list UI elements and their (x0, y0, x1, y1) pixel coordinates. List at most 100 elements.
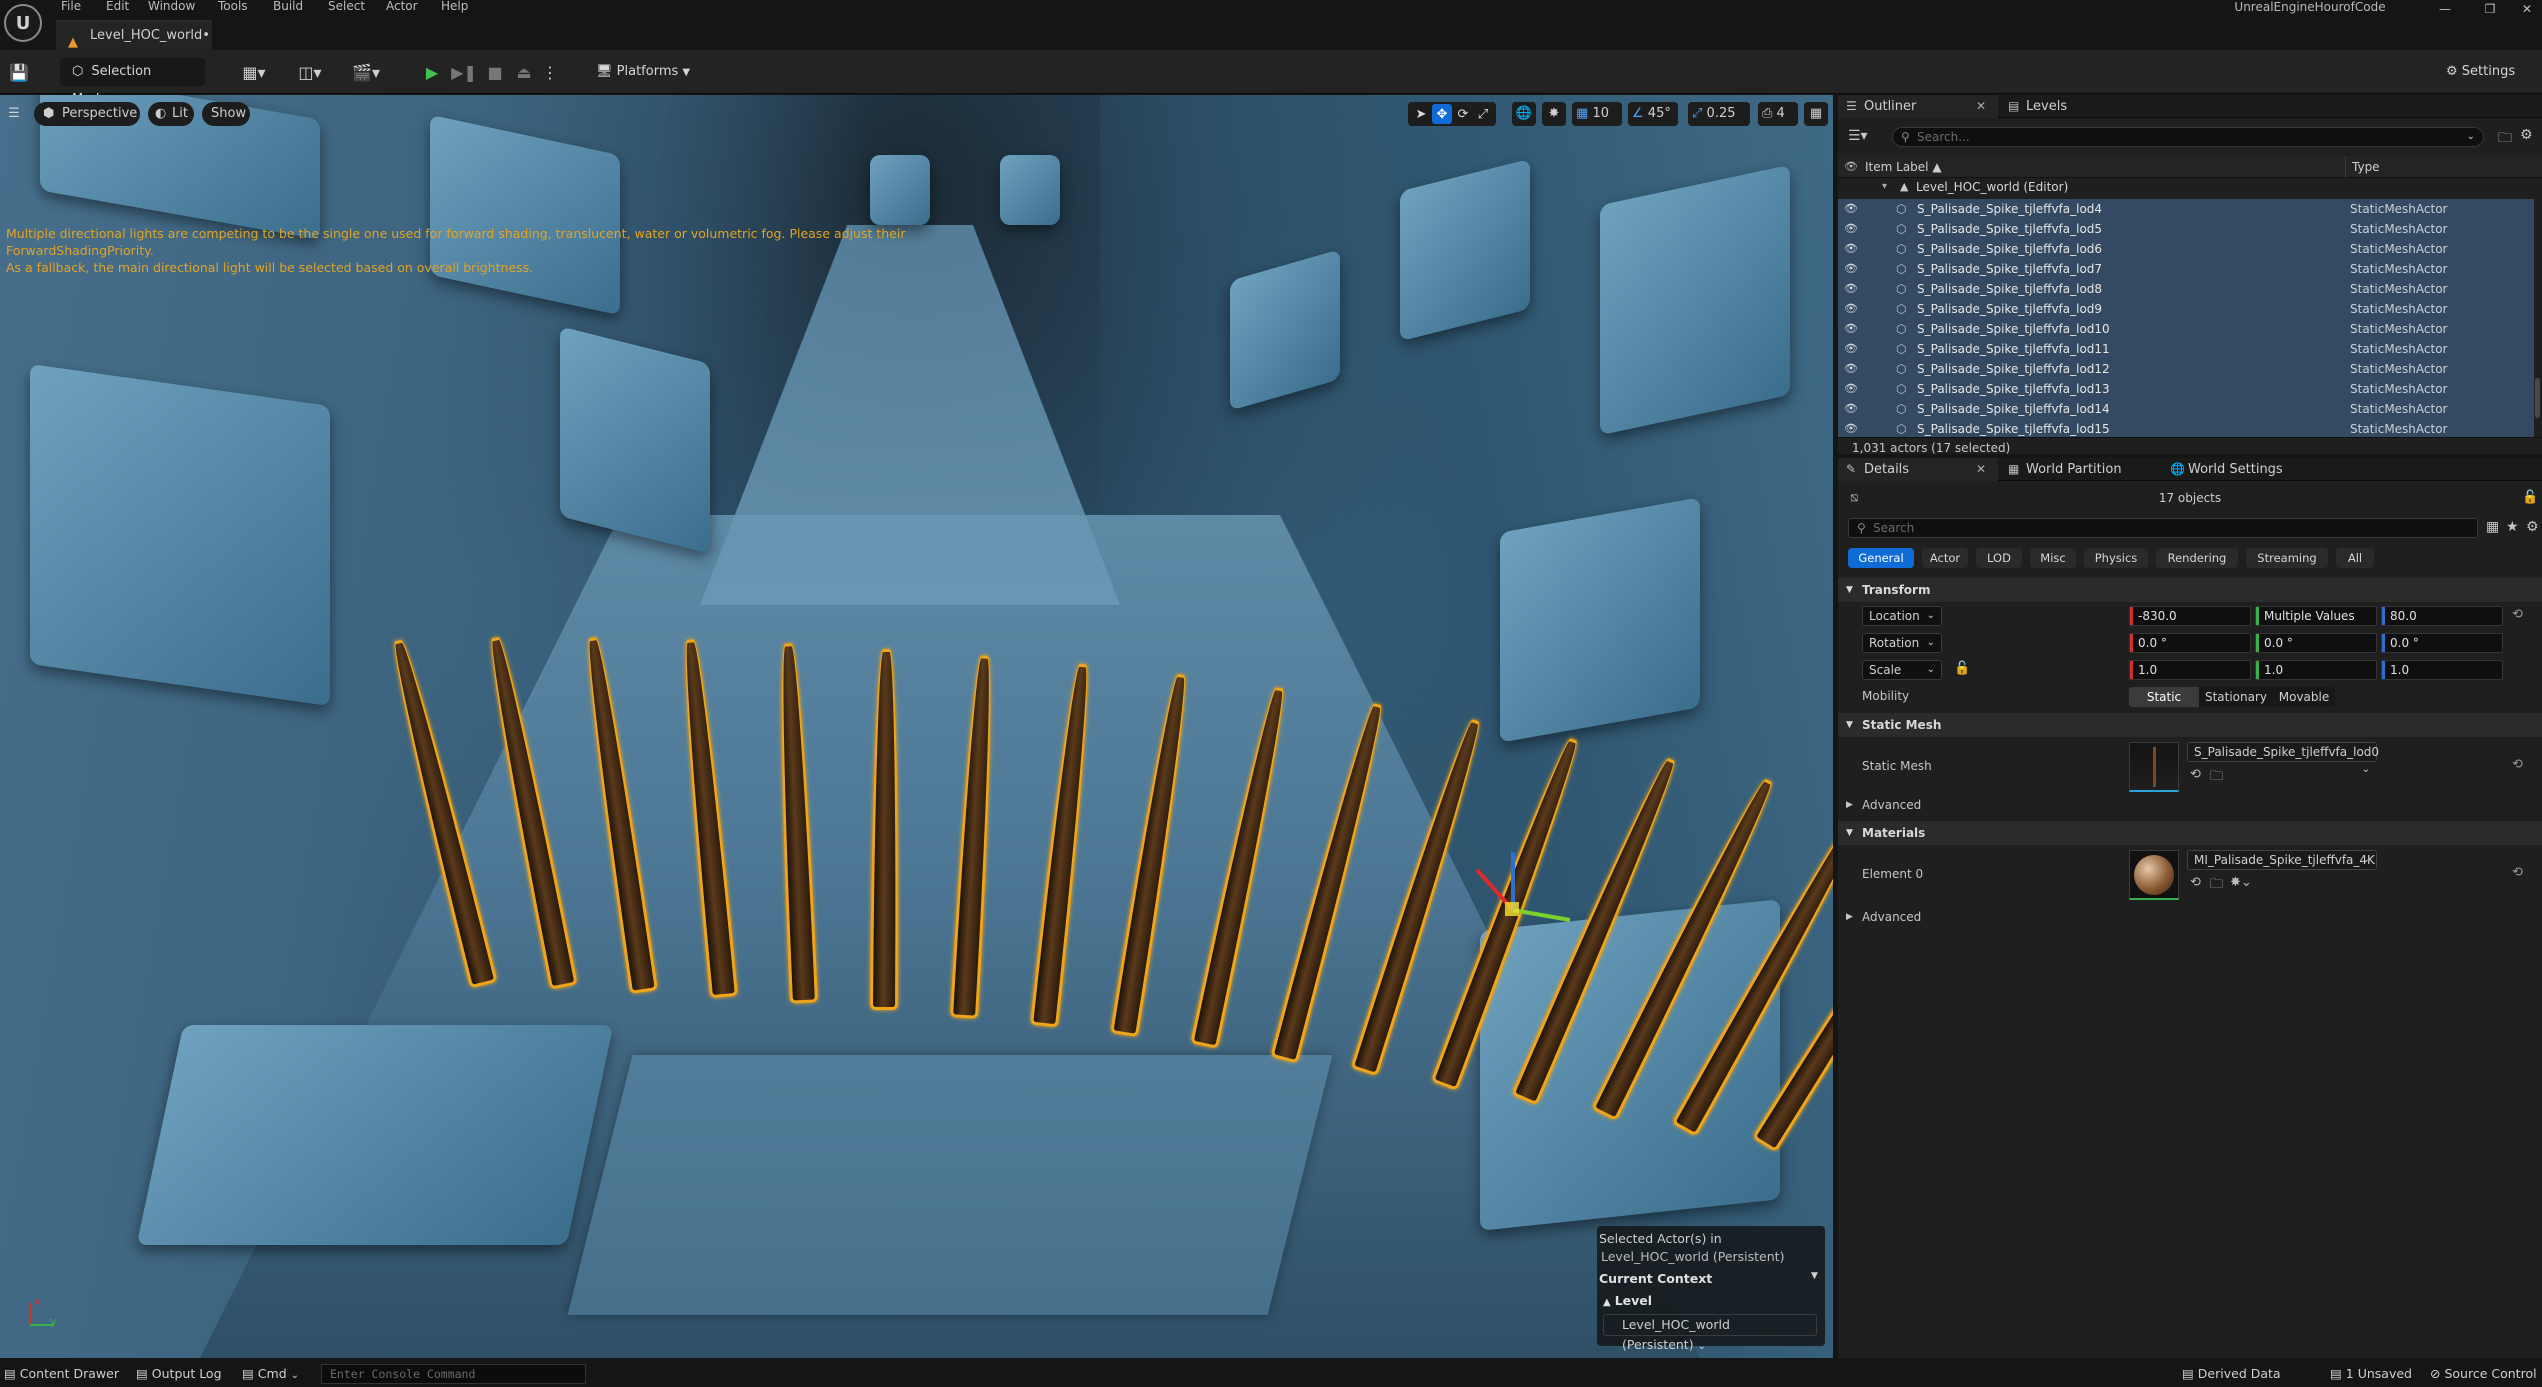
lit-button[interactable]: ◐ Lit (148, 102, 194, 126)
derived-data-button[interactable]: ▤ Derived Data (2182, 1361, 2282, 1387)
palisade-spikes[interactable] (0, 95, 1833, 1358)
close-icon[interactable]: ✕ (2512, 0, 2542, 18)
output-log-button[interactable]: ▤ Output Log (136, 1361, 226, 1387)
stop-icon[interactable]: ■ (483, 58, 507, 86)
use-selected-icon[interactable]: 🗀 (2210, 767, 2223, 789)
material-picker[interactable]: MI_Palisade_Spike_tjleffvfa_4K ⌄ (2187, 850, 2377, 870)
world-settings-tab[interactable]: 🌐 World Settings (2162, 458, 2312, 481)
outliner-row[interactable]: 👁 ⬡ S_Palisade_Spike_tjleffvfa_lod10 Static… (1838, 319, 2534, 339)
level-viewport[interactable]: ☰ ⬢ Perspective ◐ Lit Show ➤ ✥ ⟳ ⤢ 🌐 ✸ ▦ 1… (0, 95, 1833, 1358)
mobility-static[interactable]: Static (2129, 687, 2199, 707)
outliner-row[interactable]: 👁 ⬡ S_Palisade_Spike_tjleffvfa_lod13 Static… (1838, 379, 2534, 399)
play-options-icon[interactable]: ⋮ (540, 58, 560, 86)
location-y-input[interactable]: Multiple Values (2255, 606, 2377, 626)
materials-advanced[interactable]: ▶ Advanced (1838, 907, 2542, 927)
outliner-scrollbar[interactable] (2535, 378, 2540, 418)
menu-tools[interactable]: Tools (218, 0, 248, 14)
location-dropdown[interactable]: Location ⌄ (1862, 606, 1942, 626)
transform-section-header[interactable]: ▼ Transform (1838, 578, 2542, 602)
browse-asset-icon[interactable]: ⟲ (2190, 767, 2201, 782)
visibility-column-icon[interactable]: 👁 (1844, 156, 1858, 178)
perspective-button[interactable]: ⬢ Perspective (34, 102, 140, 126)
mobility-stationary[interactable]: Stationary (2199, 687, 2273, 707)
category-all[interactable]: All (2336, 548, 2374, 568)
visibility-eye-icon[interactable]: 👁 (1844, 239, 1858, 259)
materials-section-header[interactable]: ▼ Materials (1838, 821, 2542, 845)
lock-icon[interactable]: 🔓 (2522, 490, 2538, 505)
scale-z-input[interactable]: 1.0 (2381, 660, 2503, 680)
menu-file[interactable]: File (61, 0, 81, 14)
level-context-dropdown[interactable]: Level_HOC_world (Persistent) ⌄ (1603, 1314, 1817, 1352)
visibility-eye-icon[interactable]: 👁 (1844, 199, 1858, 219)
select-tool-icon[interactable]: ➤ (1412, 102, 1430, 126)
outliner-row[interactable]: 👁 ⬡ S_Palisade_Spike_tjleffvfa_lod12 Static… (1838, 359, 2534, 379)
levels-tab[interactable]: ▤ Levels (2000, 95, 2100, 118)
rotation-y-input[interactable]: 0.0 ° (2255, 633, 2377, 653)
static-mesh-thumbnail[interactable] (2129, 742, 2179, 792)
static-mesh-picker[interactable]: S_Palisade_Spike_tjleffvfa_lod0 ⌄ (2187, 742, 2379, 775)
rotation-snap-button[interactable]: ∠ 45° (1628, 102, 1678, 126)
add-folder-icon[interactable]: 🗀 (2498, 127, 2512, 151)
outliner-row[interactable]: 👁 ⬡ S_Palisade_Spike_tjleffvfa_lod11 Static… (1838, 339, 2534, 359)
cmd-dropdown[interactable]: ▤ Cmd ⌄ (242, 1361, 312, 1387)
menu-build[interactable]: Build (273, 0, 303, 14)
world-partition-tab[interactable]: ▦ World Partition (2000, 458, 2150, 481)
details-search-input[interactable]: ⚲ Search (1848, 518, 2478, 538)
palisade-spike[interactable] (481, 635, 578, 991)
unsaved-button[interactable]: ▤ 1 Unsaved (2330, 1361, 2420, 1387)
rotation-z-input[interactable]: 0.0 ° (2381, 633, 2503, 653)
favorite-star-icon[interactable]: ★ (2506, 519, 2519, 535)
menu-select[interactable]: Select (328, 0, 365, 14)
palisade-spike[interactable] (676, 638, 738, 999)
add-actor-icon[interactable]: ▦▾ (234, 58, 274, 86)
outliner-row[interactable]: 👁 ⬡ S_Palisade_Spike_tjleffvfa_lod5 StaticM… (1838, 219, 2534, 239)
outliner-tab[interactable]: ☰ Outliner ✕ (1838, 95, 1998, 118)
grid-snap-button[interactable]: ▦ 10 (1572, 102, 1622, 126)
outliner-row[interactable]: 👁 ⬡ S_Palisade_Spike_tjleffvfa_lod14 Static… (1838, 399, 2534, 419)
visibility-eye-icon[interactable]: 👁 (1844, 379, 1858, 399)
palisade-spike[interactable] (384, 637, 498, 989)
reset-location-icon[interactable]: ⟲ (2512, 607, 2523, 622)
table-view-icon[interactable]: ▦ (2486, 519, 2499, 535)
layout-icon[interactable]: ▦ (1804, 102, 1828, 126)
source-control-button[interactable]: ⊘ Source Control (2430, 1361, 2540, 1387)
scale-snap-button[interactable]: ⤢ 0.25 (1688, 102, 1750, 126)
category-misc[interactable]: Misc (2030, 548, 2076, 568)
visibility-eye-icon[interactable]: 👁 (1844, 259, 1858, 279)
mobility-movable[interactable]: Movable (2273, 687, 2335, 707)
scale-lock-icon[interactable]: 🔓 (1954, 661, 1970, 676)
cinematics-icon[interactable]: 🎬▾ (346, 58, 386, 86)
visibility-eye-icon[interactable]: 👁 (1844, 279, 1858, 299)
visibility-eye-icon[interactable]: 👁 (1844, 419, 1858, 437)
chevron-down-icon[interactable]: ▼ (1811, 1271, 1818, 1281)
palisade-spike[interactable] (870, 648, 901, 1010)
selection-mode-dropdown[interactable]: ⬡Selection Mode▼ (60, 58, 205, 107)
palisade-spike[interactable] (1190, 685, 1294, 1050)
world-local-icon[interactable]: 🌐 (1512, 102, 1536, 126)
gizmo-y-axis[interactable] (1512, 908, 1571, 922)
outliner-row[interactable]: 👁 ⬡ S_Palisade_Spike_tjleffvfa_lod8 StaticM… (1838, 279, 2534, 299)
type-column[interactable]: Type (2345, 156, 2380, 178)
category-physics[interactable]: Physics (2084, 548, 2148, 568)
category-rendering[interactable]: Rendering (2156, 548, 2238, 568)
menu-help[interactable]: Help (441, 0, 468, 14)
category-general[interactable]: General (1848, 548, 1914, 568)
gear-icon[interactable]: ⚙ (2526, 519, 2539, 535)
scale-tool-icon[interactable]: ⤢ (1474, 102, 1492, 126)
hamburger-menu-icon[interactable]: ☰ (2, 102, 26, 126)
browse-asset-icon[interactable]: ⟲ (2190, 875, 2201, 890)
minimize-icon[interactable]: — (2430, 0, 2460, 18)
close-tab-icon[interactable]: ✕ (1976, 95, 1986, 118)
rotation-x-input[interactable]: 0.0 ° (2129, 633, 2251, 653)
reset-material-icon[interactable]: ⟲ (2512, 865, 2523, 880)
filter-icon[interactable]: ☰▾ (1848, 128, 1868, 144)
outliner-row[interactable]: 👁 ⬡ S_Palisade_Spike_tjleffvfa_lod15 Static… (1838, 419, 2534, 437)
palisade-spike[interactable] (774, 642, 818, 1004)
scale-y-input[interactable]: 1.0 (2255, 660, 2377, 680)
unreal-logo-icon[interactable]: U (4, 4, 42, 42)
close-tab-icon[interactable]: ✕ (1976, 458, 1986, 481)
palisade-spike[interactable] (578, 635, 658, 994)
rotation-dropdown[interactable]: Rotation ⌄ (1862, 633, 1942, 653)
visibility-eye-icon[interactable]: 👁 (1844, 299, 1858, 319)
blueprint-icon[interactable]: ◫▾ (290, 58, 330, 86)
